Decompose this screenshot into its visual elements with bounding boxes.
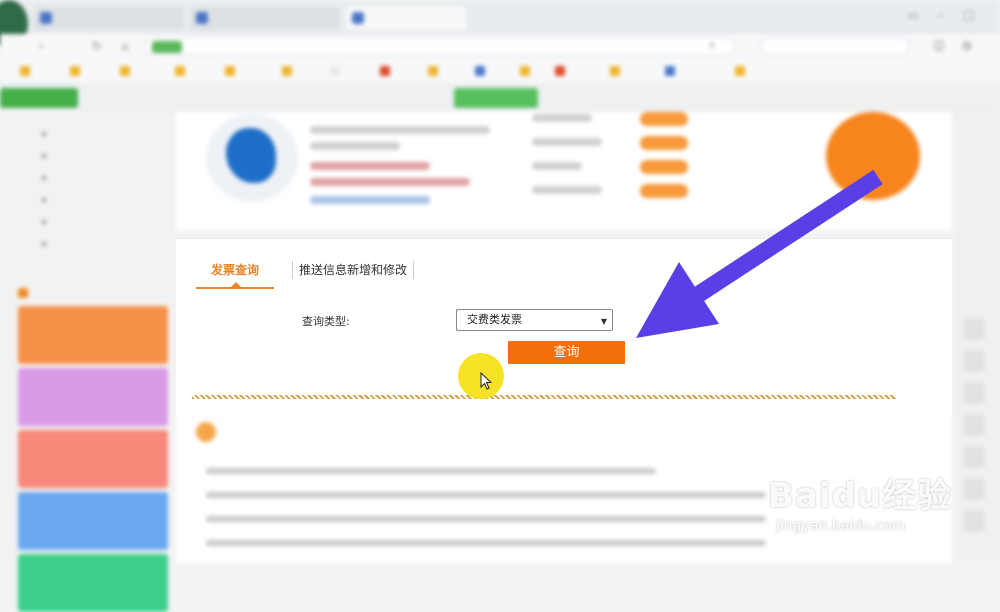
account-profile-panel: [176, 112, 952, 230]
bookmark-item[interactable]: [665, 64, 679, 78]
address-bar-row: ‹ ↻ ⌂ ⚡ ☺ ⚙: [0, 34, 1000, 58]
rail-tool-icon[interactable]: [963, 318, 985, 340]
bookmark-item[interactable]: [20, 64, 34, 78]
left-sidebar: [0, 112, 172, 612]
bookmark-item[interactable]: [475, 64, 489, 78]
bookmark-folder-icon: [735, 66, 745, 76]
site-nav-item[interactable]: [276, 88, 446, 108]
bookmark-folder-icon: [20, 66, 30, 76]
sidebar-card[interactable]: [18, 430, 168, 488]
bookmark-folder-icon: [665, 66, 675, 76]
settings-icon[interactable]: ⚙: [960, 39, 974, 53]
bookmark-folder-icon: [175, 66, 185, 76]
rail-tool-icon[interactable]: [963, 446, 985, 468]
bookmark-item[interactable]: [520, 64, 534, 78]
favicon-icon: [196, 12, 208, 24]
rail-tool-icon[interactable]: [963, 382, 985, 404]
bookmark-folder-icon: [282, 66, 292, 76]
mouse-pointer-icon: [480, 372, 493, 390]
site-nav-item[interactable]: [0, 88, 78, 108]
browser-tab-bar: ▭ – □: [0, 0, 1000, 48]
rail-tool-icon[interactable]: [963, 414, 985, 436]
bookmark-item[interactable]: [120, 64, 134, 78]
profile-round-button[interactable]: [826, 112, 920, 200]
bookmark-item[interactable]: [380, 64, 394, 78]
bookmark-item[interactable]: [735, 64, 749, 78]
profile-action-tag[interactable]: [640, 184, 688, 198]
profile-action-tag[interactable]: [640, 136, 688, 150]
bookmark-folder-icon: [225, 66, 235, 76]
reload-icon[interactable]: ↻: [90, 39, 104, 53]
bookmark-folder-icon: [555, 66, 565, 76]
site-top-nav: [0, 84, 1000, 113]
browser-tab[interactable]: [34, 6, 184, 30]
tab-push-info[interactable]: 推送信息新增和修改: [292, 261, 415, 279]
bookmark-item[interactable]: [225, 64, 239, 78]
rail-tool-icon[interactable]: [963, 478, 985, 500]
baidu-jingyan-watermark: Baidu经验 jingyan.baidu.com: [762, 448, 962, 548]
watermark-url: jingyan.baidu.com: [776, 518, 906, 534]
hatched-divider: [192, 395, 896, 399]
watermark-brand: Baidu经验: [768, 476, 953, 516]
bookmark-item[interactable]: [70, 64, 84, 78]
sidebar-card[interactable]: [18, 306, 168, 364]
profile-action-tag[interactable]: [640, 112, 688, 126]
bookmark-folder-icon: [70, 66, 80, 76]
favicon-icon: [352, 12, 364, 24]
query-type-label: 查询类型:: [302, 315, 350, 328]
bookmark-folder-icon: [380, 66, 390, 76]
bookmarks-bar: [0, 58, 1000, 85]
minimize-icon[interactable]: –: [934, 8, 948, 22]
dropdown-arrow-icon: ▼: [600, 317, 607, 326]
secure-badge: [152, 41, 182, 53]
bookmark-item[interactable]: [175, 64, 189, 78]
rail-tool-icon[interactable]: [963, 510, 985, 532]
bookmark-item[interactable]: [282, 64, 296, 78]
url-input[interactable]: [145, 37, 735, 55]
bookmark-folder-icon: [120, 66, 130, 76]
bookmark-folder-icon: [330, 66, 340, 76]
favicon-icon: [40, 12, 52, 24]
query-type-select[interactable]: 交费类发票 ▼: [456, 309, 613, 331]
site-nav-item[interactable]: [92, 88, 262, 108]
bookmark-folder-icon: [520, 66, 530, 76]
site-nav-item[interactable]: [546, 88, 642, 108]
rail-tool-icon[interactable]: [963, 350, 985, 372]
maximize-icon[interactable]: □: [962, 8, 976, 22]
bookmark-folder-icon: [610, 66, 620, 76]
sidebar-card[interactable]: [18, 368, 168, 426]
home-icon[interactable]: ⌂: [118, 39, 132, 53]
browser-tab[interactable]: [190, 6, 340, 30]
carrier-logo: [206, 114, 298, 202]
bookmark-folder-icon: [475, 66, 485, 76]
user-icon[interactable]: ☺: [932, 39, 946, 53]
query-button[interactable]: 查询: [508, 341, 625, 364]
browser-tab-active[interactable]: [346, 6, 466, 30]
invoice-query-panel: 发票查询 推送信息新增和修改 查询类型: 交费类发票 ▼ 查询: [176, 238, 952, 417]
bookmark-item[interactable]: [610, 64, 624, 78]
browser-search-input[interactable]: [760, 37, 910, 55]
window-menu-icon[interactable]: ▭: [906, 8, 920, 22]
lightning-icon[interactable]: ⚡: [705, 39, 719, 53]
bookmark-item[interactable]: [330, 64, 344, 78]
back-icon[interactable]: ‹: [34, 39, 48, 53]
site-nav-item[interactable]: [454, 88, 538, 108]
bookmark-folder-icon: [428, 66, 438, 76]
sidebar-card[interactable]: [18, 492, 168, 550]
bookmark-item[interactable]: [428, 64, 442, 78]
bookmark-item[interactable]: [555, 64, 569, 78]
profile-action-tag[interactable]: [640, 160, 688, 174]
tab-invoice-query[interactable]: 发票查询: [196, 261, 274, 289]
active-tab-caret-icon: [231, 282, 241, 287]
